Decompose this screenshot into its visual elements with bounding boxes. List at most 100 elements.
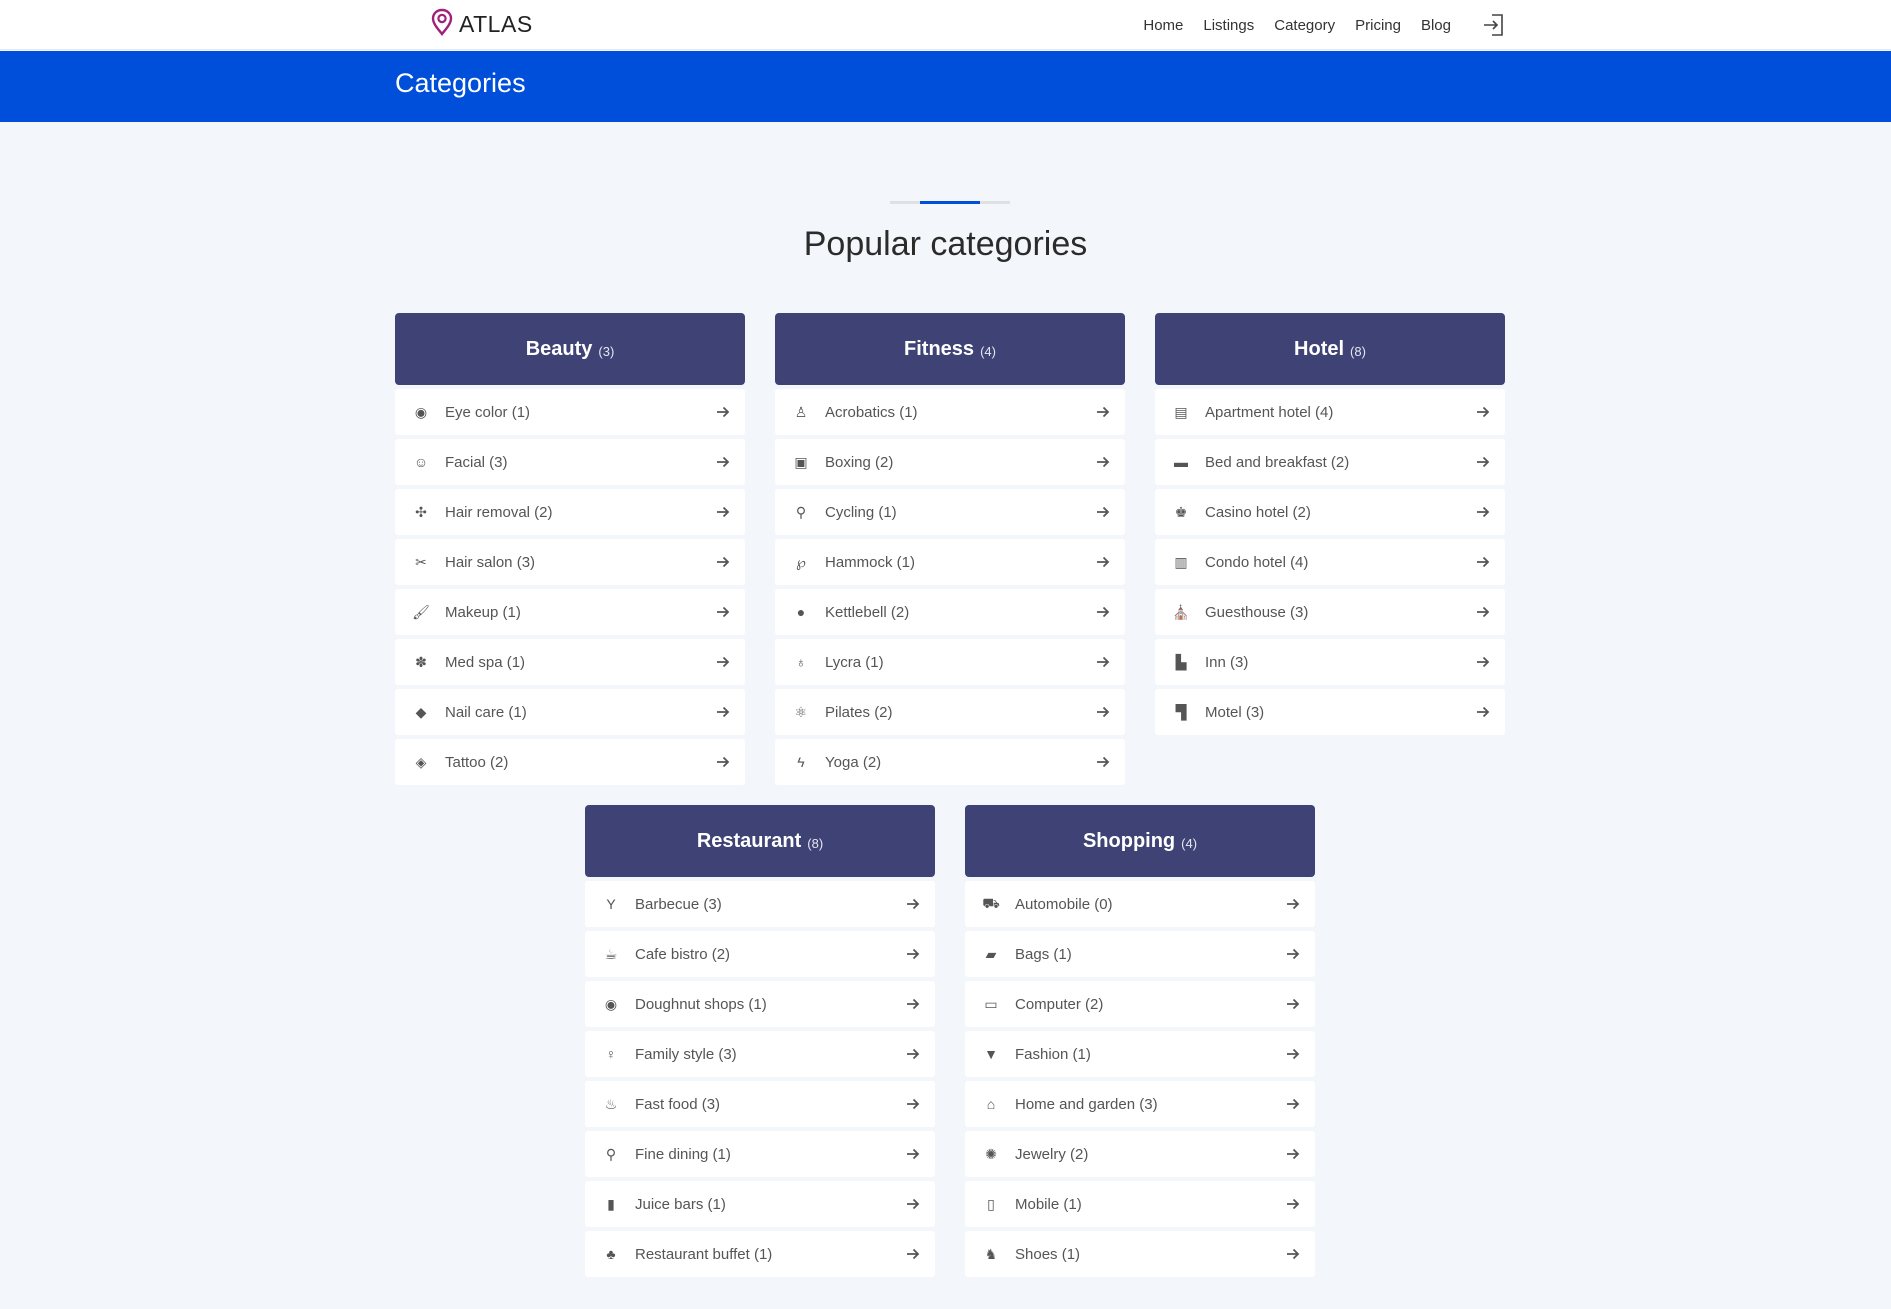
arrow-right-icon[interactable] [1475, 604, 1491, 620]
category-header-hotel[interactable]: Hotel (8) [1155, 313, 1505, 385]
arrow-right-icon[interactable] [1475, 404, 1491, 420]
arrow-right-icon[interactable] [905, 896, 921, 912]
arrow-right-icon[interactable] [1285, 946, 1301, 962]
arrow-right-icon[interactable] [1285, 1096, 1301, 1112]
subcategory-item[interactable]: ♚ Casino hotel (2) [1155, 489, 1505, 535]
arrow-right-icon[interactable] [1095, 554, 1111, 570]
arrow-right-icon[interactable] [1095, 704, 1111, 720]
sign-in-icon[interactable] [1483, 13, 1505, 37]
subcategory-item[interactable]: ☺ Facial (3) [395, 439, 745, 485]
arrow-right-icon[interactable] [905, 1046, 921, 1062]
arrow-right-icon[interactable] [715, 604, 731, 620]
arrow-right-icon[interactable] [715, 454, 731, 470]
arrow-right-icon[interactable] [905, 1096, 921, 1112]
category-name: Beauty [525, 337, 593, 360]
subcategory-item[interactable]: ▤ Apartment hotel (4) [1155, 389, 1505, 435]
arrow-right-icon[interactable] [905, 1246, 921, 1262]
arrow-right-icon[interactable] [905, 1196, 921, 1212]
arrow-right-icon[interactable] [1285, 1196, 1301, 1212]
hospital-icon: ▜ [1175, 703, 1187, 720]
subcategory-item[interactable]: ✣ Hair removal (2) [395, 489, 745, 535]
subcategory-item[interactable]: ✺ Jewelry (2) [965, 1131, 1315, 1177]
subcategory-item[interactable]: ◈ Tattoo (2) [395, 739, 745, 785]
nav-listings[interactable]: Listings [1203, 17, 1254, 34]
subcategory-item[interactable]: ⚲ Fine dining (1) [585, 1131, 935, 1177]
arrow-right-icon[interactable] [1285, 1246, 1301, 1262]
arrow-right-icon[interactable] [715, 504, 731, 520]
arrow-right-icon[interactable] [1095, 654, 1111, 670]
arrow-right-icon[interactable] [715, 754, 731, 770]
smile-icon: ☺ [413, 454, 429, 470]
subcategory-item[interactable]: ♙ Acrobatics (1) [775, 389, 1125, 435]
subcategory-item[interactable]: ▙ Inn (3) [1155, 639, 1505, 685]
nav-blog[interactable]: Blog [1421, 17, 1451, 34]
arrow-right-icon[interactable] [1095, 504, 1111, 520]
arrow-right-icon[interactable] [715, 654, 731, 670]
subcategory-item[interactable]: ▼ Fashion (1) [965, 1031, 1315, 1077]
subcategory-item[interactable]: ⚲ Cycling (1) [775, 489, 1125, 535]
subcategory-item[interactable]: ♀ Family style (3) [585, 1031, 935, 1077]
subcategory-item[interactable]: ◉ Eye color (1) [395, 389, 745, 435]
subcategory-item[interactable]: 🖌 Makeup (1) [395, 589, 745, 635]
arrow-right-icon[interactable] [1475, 504, 1491, 520]
arrow-right-icon[interactable] [1475, 704, 1491, 720]
arrow-right-icon[interactable] [1095, 604, 1111, 620]
category-header-beauty[interactable]: Beauty (3) [395, 313, 745, 385]
arrow-right-icon[interactable] [905, 996, 921, 1012]
subcategory-label: Tattoo (2) [445, 753, 509, 771]
arrow-right-icon[interactable] [1285, 1146, 1301, 1162]
subcategory-item[interactable]: ▜ Motel (3) [1155, 689, 1505, 735]
arrow-right-icon[interactable] [1095, 454, 1111, 470]
nav-pricing[interactable]: Pricing [1355, 17, 1401, 34]
category-header-restaurant[interactable]: Restaurant (8) [585, 805, 935, 877]
subcategory-label: Casino hotel (2) [1205, 503, 1311, 521]
arrow-right-icon[interactable] [715, 404, 731, 420]
hotel-icon: ▥ [1174, 553, 1188, 570]
subcategory-item[interactable]: ▣ Boxing (2) [775, 439, 1125, 485]
coffee-icon: ☕ [604, 945, 618, 962]
arrow-right-icon[interactable] [905, 1146, 921, 1162]
arrow-right-icon[interactable] [1285, 996, 1301, 1012]
arrow-right-icon[interactable] [1095, 754, 1111, 770]
subcategory-item[interactable]: ✽ Med spa (1) [395, 639, 745, 685]
arrow-right-icon[interactable] [905, 946, 921, 962]
subcategory-item[interactable]: ▰ Bags (1) [965, 931, 1315, 977]
subcategory-item[interactable]: ▮ Juice bars (1) [585, 1181, 935, 1227]
subcategory-label: Fast food (3) [635, 1095, 721, 1113]
subcategory-item[interactable]: ▥ Condo hotel (4) [1155, 539, 1505, 585]
subcategory-item[interactable]: ◉ Doughnut shops (1) [585, 981, 935, 1027]
arrow-right-icon[interactable] [715, 554, 731, 570]
subcategory-item[interactable]: ▯ Mobile (1) [965, 1181, 1315, 1227]
subcategory-item[interactable]: ▭ Computer (2) [965, 981, 1315, 1027]
subcategory-item[interactable]: ϟ Yoga (2) [775, 739, 1125, 785]
subcategory-item[interactable]: ♞ Shoes (1) [965, 1231, 1315, 1277]
nav-home[interactable]: Home [1143, 17, 1183, 34]
arrow-right-icon[interactable] [1475, 454, 1491, 470]
subcategory-item[interactable]: ⛪ Guesthouse (3) [1155, 589, 1505, 635]
subcategory-item[interactable]: ☕ Cafe bistro (2) [585, 931, 935, 977]
subcategory-item[interactable]: ℘ Hammock (1) [775, 539, 1125, 585]
subcategory-item[interactable]: ⚛ Pilates (2) [775, 689, 1125, 735]
category-header-shopping[interactable]: Shopping (4) [965, 805, 1315, 877]
subcategory-item[interactable]: ▬ Bed and breakfast (2) [1155, 439, 1505, 485]
arrow-right-icon[interactable] [1285, 896, 1301, 912]
subcategory-item[interactable]: ✂ Hair salon (3) [395, 539, 745, 585]
arrow-right-icon[interactable] [1475, 554, 1491, 570]
subcategory-item[interactable]: ◆ Nail care (1) [395, 689, 745, 735]
subcategory-item[interactable]: ♨ Fast food (3) [585, 1081, 935, 1127]
nav-category[interactable]: Category [1274, 17, 1335, 34]
subcategory-item[interactable]: Y Barbecue (3) [585, 881, 935, 927]
subcategory-item[interactable]: ♣ Restaurant buffet (1) [585, 1231, 935, 1277]
arrow-right-icon[interactable] [715, 704, 731, 720]
subcategory-label: Automobile (0) [1015, 895, 1113, 913]
subcategory-item[interactable]: ⌂ Home and garden (3) [965, 1081, 1315, 1127]
brand-logo[interactable]: ATLAS [431, 8, 533, 41]
category-header-fitness[interactable]: Fitness (4) [775, 313, 1125, 385]
arrow-right-icon[interactable] [1475, 654, 1491, 670]
category-count: (4) [980, 343, 996, 359]
arrow-right-icon[interactable] [1285, 1046, 1301, 1062]
subcategory-item[interactable]: ⛟ Automobile (0) [965, 881, 1315, 927]
subcategory-item[interactable]: ♁ Lycra (1) [775, 639, 1125, 685]
subcategory-item[interactable]: ● Kettlebell (2) [775, 589, 1125, 635]
arrow-right-icon[interactable] [1095, 404, 1111, 420]
